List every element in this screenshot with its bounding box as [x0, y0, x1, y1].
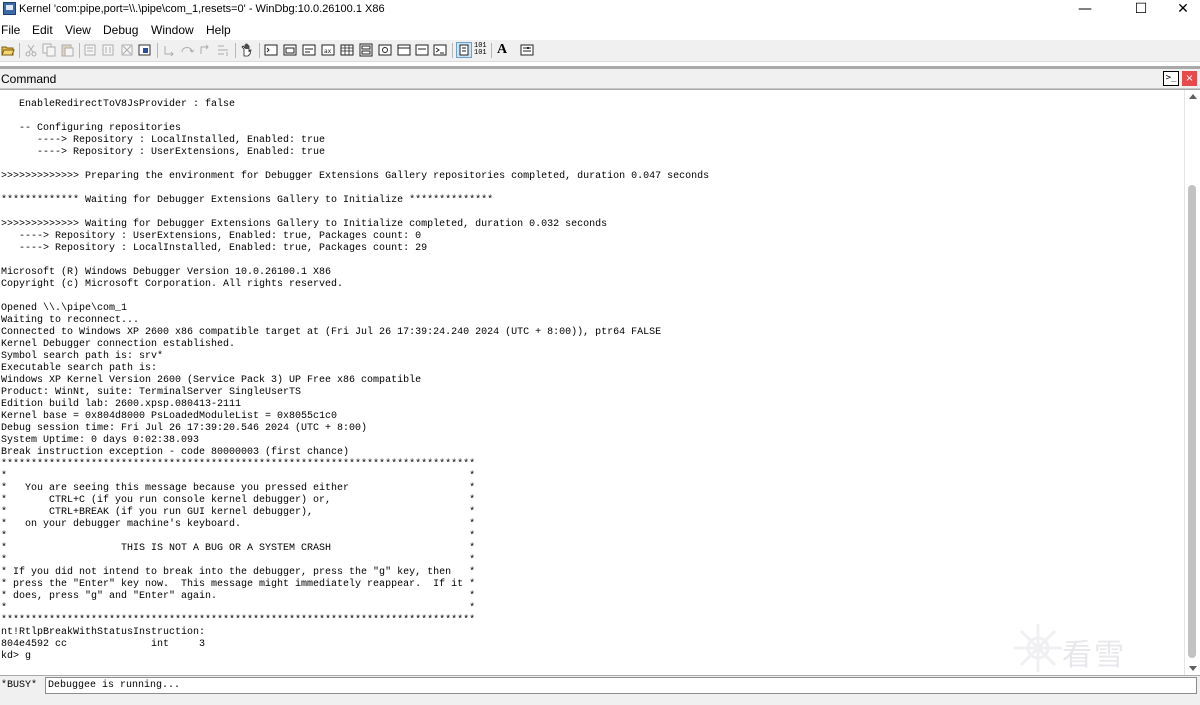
command-output-text: EnableRedirectToV8JsProvider : false -- …: [1, 99, 710, 662]
menu-help[interactable]: Help: [206, 23, 231, 37]
console-icon[interactable]: >_: [1163, 71, 1179, 86]
menu-edit[interactable]: Edit: [32, 23, 53, 37]
status-strip: [0, 695, 1200, 705]
copy-icon[interactable]: [42, 43, 56, 57]
menu-bar: File Edit View Debug Window Help: [0, 20, 1200, 40]
output-vertical-scrollbar[interactable]: [1184, 90, 1200, 675]
scroll-down-arrow-icon[interactable]: [1189, 666, 1197, 671]
stop-icon[interactable]: [120, 43, 134, 57]
menu-file[interactable]: File: [1, 23, 20, 37]
scratch-pad-icon[interactable]: [397, 43, 411, 57]
step-out-icon[interactable]: [198, 43, 212, 57]
paste-icon[interactable]: [60, 43, 74, 57]
toolbar: ax 101 101 A: [0, 40, 1200, 62]
command-window-close-button[interactable]: ×: [1182, 71, 1197, 86]
command-output-pane[interactable]: EnableRedirectToV8JsProvider : false -- …: [0, 90, 1184, 675]
disassembly-window-icon[interactable]: [378, 43, 392, 57]
source-mode-icon[interactable]: [433, 43, 447, 57]
hand-icon[interactable]: [240, 43, 254, 57]
maximize-button[interactable]: ☐: [1118, 0, 1164, 20]
command-window-title-bar[interactable]: Command >_ ×: [0, 69, 1200, 89]
registers-window-icon[interactable]: ax: [321, 43, 335, 57]
close-window-button[interactable]: ✕: [1160, 0, 1200, 20]
step-into-icon[interactable]: [162, 43, 176, 57]
menu-debug[interactable]: Debug: [103, 23, 138, 37]
options-icon[interactable]: [520, 43, 534, 57]
processes-threads-icon[interactable]: [415, 43, 429, 57]
menu-view[interactable]: View: [65, 23, 91, 37]
command-window-title: Command: [1, 72, 57, 86]
binary-mode-label[interactable]: 101 101: [474, 43, 487, 57]
command-input-bar: *BUSY* Debuggee is running...: [0, 675, 1200, 695]
restart-icon[interactable]: [102, 43, 116, 57]
command-window-icon[interactable]: [264, 43, 278, 57]
font-icon[interactable]: A: [497, 42, 507, 58]
run-to-cursor-icon[interactable]: [216, 43, 230, 57]
windbg-app-icon: [3, 2, 16, 15]
scrollbar-thumb[interactable]: [1188, 185, 1196, 658]
scroll-up-arrow-icon[interactable]: [1189, 94, 1197, 99]
watch-window-icon[interactable]: [283, 43, 297, 57]
open-icon[interactable]: [1, 43, 15, 57]
step-over-icon[interactable]: [180, 43, 194, 57]
command-input[interactable]: Debuggee is running...: [45, 677, 1197, 694]
minimize-button[interactable]: —: [1062, 0, 1108, 20]
cut-icon[interactable]: [24, 43, 38, 57]
call-stack-window-icon[interactable]: [359, 43, 373, 57]
title-bar: Kernel 'com:pipe,port=\\.\pipe\com_1,res…: [0, 0, 1200, 20]
break-icon[interactable]: [138, 43, 152, 57]
locals-window-icon[interactable]: [302, 43, 316, 57]
hex-mode-icon[interactable]: [456, 42, 472, 58]
kanxue-watermark-text: 看雪: [1062, 638, 1126, 673]
go-icon[interactable]: [84, 43, 98, 57]
menu-window[interactable]: Window: [151, 23, 194, 37]
memory-window-icon[interactable]: [340, 43, 354, 57]
svg-text:ax: ax: [324, 48, 332, 55]
window-title: Kernel 'com:pipe,port=\\.\pipe\com_1,res…: [19, 3, 385, 15]
prompt-label: *BUSY*: [1, 678, 38, 693]
